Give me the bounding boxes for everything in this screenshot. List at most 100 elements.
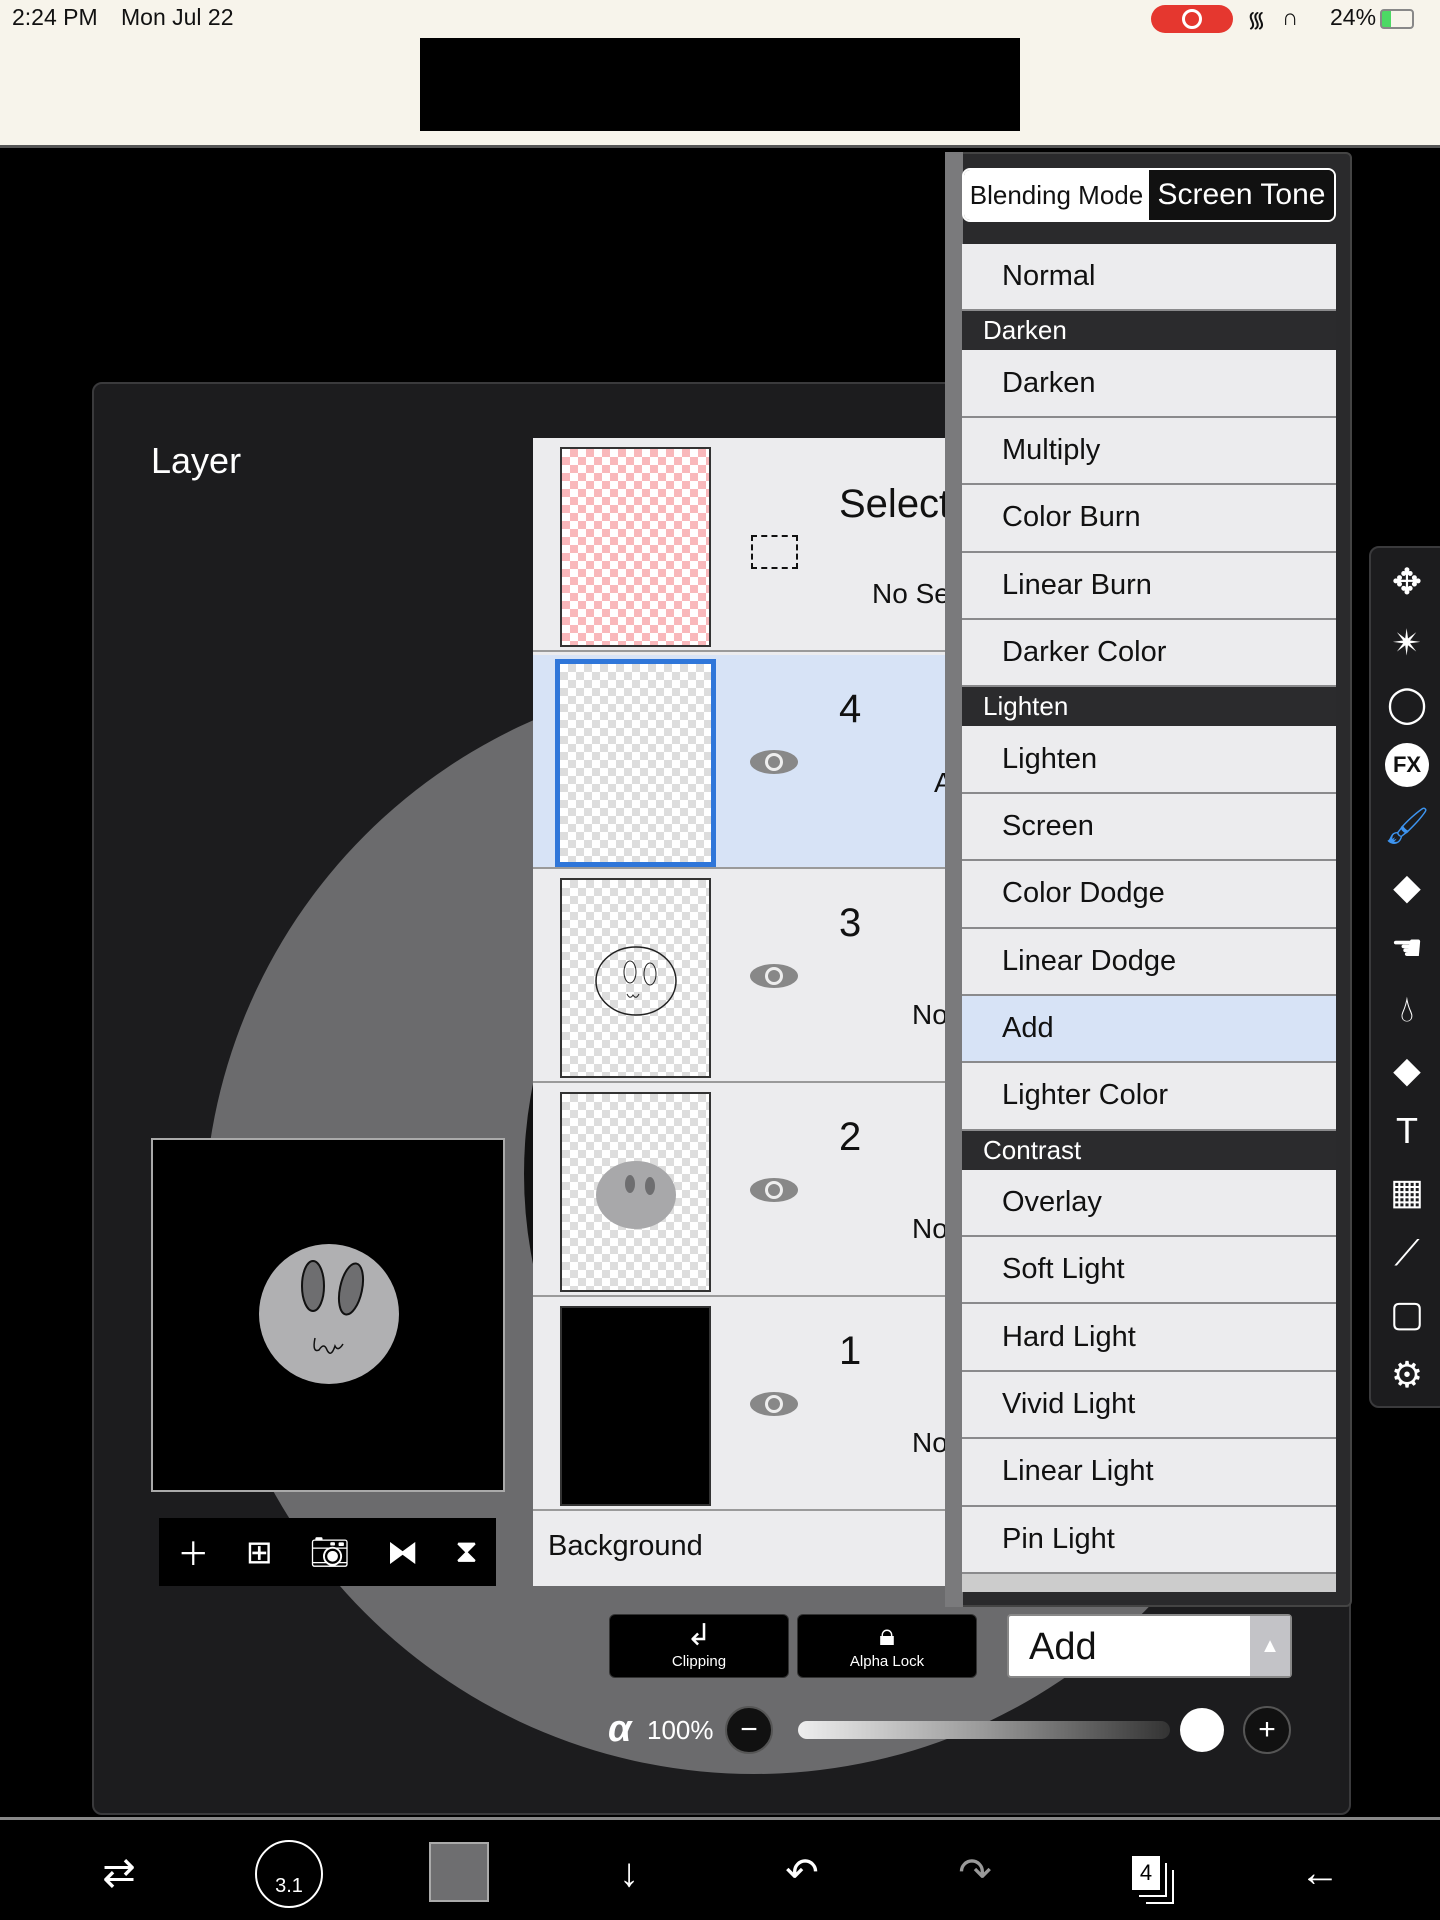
arrow-down-icon[interactable]: ↓ (599, 1848, 659, 1898)
blend-mode-option[interactable]: Hard Light (962, 1304, 1336, 1372)
magic-wand-icon[interactable]: ✴ (1385, 621, 1429, 665)
eraser-icon[interactable]: ◆ (1385, 865, 1429, 909)
layer-name: 2 (839, 1115, 862, 1159)
blend-mode-option[interactable]: Color Burn (962, 485, 1336, 553)
blend-mode-select[interactable]: Add ▲ (1007, 1614, 1292, 1678)
battery-icon (1380, 9, 1414, 29)
smudge-icon[interactable]: ☚ (1385, 926, 1429, 970)
blend-mode-option[interactable]: Linear Dodge (962, 928, 1336, 996)
duplicate-layer-icon[interactable]: ⊞ (246, 1533, 273, 1571)
layer-thumbnail (560, 878, 711, 1078)
color-swatch[interactable] (429, 1842, 489, 1902)
flip-horizontal-icon[interactable]: ⧓ (387, 1533, 419, 1571)
popover-edge (945, 152, 963, 1607)
alpha-lock-button[interactable]: 🔒︎ Alpha Lock (797, 1614, 977, 1678)
swap-tool-icon[interactable]: ⇄ (89, 1848, 149, 1898)
brush-icon[interactable]: 🖌︎ (1384, 804, 1430, 848)
opacity-decrease-button[interactable]: − (725, 1706, 773, 1754)
screen-record-icon[interactable] (1151, 5, 1233, 33)
redacted-area (420, 38, 1020, 131)
bottom-toolbar: ⇄ 3.1 ↓ ↶ ↷ 4 ← (0, 1817, 1440, 1920)
layer-thumbnail (555, 659, 716, 867)
visibility-eye-icon[interactable] (749, 1175, 799, 1205)
redo-icon[interactable]: ↷ (945, 1848, 1005, 1898)
layer-mode: No Sel (872, 578, 957, 609)
lasso-icon[interactable]: ◯ (1385, 682, 1429, 726)
blend-group-header: Lighten (962, 687, 1336, 727)
selection-layer-row[interactable]: Select No Sel (533, 438, 961, 652)
selection-icon (751, 535, 798, 569)
blend-mode-option[interactable]: Screen (962, 793, 1336, 862)
blend-mode-option[interactable]: Add (962, 995, 1336, 1064)
visibility-eye-icon[interactable] (749, 1389, 799, 1419)
alpha-lock-icon: 🔒︎ (879, 1619, 895, 1652)
blend-mode-option[interactable]: Multiply (962, 417, 1336, 486)
blend-mode-option[interactable]: Overlay (962, 1169, 1336, 1238)
blend-mode-option[interactable]: Color Dodge (962, 861, 1336, 929)
eyedropper-icon[interactable]: ⟋ (1385, 1231, 1429, 1275)
thumbnail-drawing (595, 946, 677, 1016)
chevron-up-icon: ▲ (1250, 1616, 1290, 1676)
blend-mode-option[interactable]: Soft Light (962, 1237, 1336, 1305)
opacity-increase-button[interactable]: + (1243, 1706, 1291, 1754)
fill-icon[interactable]: ◆ (1385, 1048, 1429, 1092)
layer-thumbnail (560, 447, 711, 647)
blend-mode-option[interactable]: Pin Light (962, 1506, 1336, 1575)
opacity-slider-handle[interactable] (1180, 1708, 1224, 1752)
blend-mode-option[interactable]: Vivid Light (962, 1371, 1336, 1440)
brush-size-value: 3.1 (275, 1875, 303, 1897)
layers-button[interactable]: 4 (1116, 1848, 1176, 1898)
back-arrow-icon[interactable]: ← (1290, 1848, 1350, 1898)
layer-row[interactable]: 2 Nor (533, 1083, 961, 1297)
fx-icon[interactable]: FX (1385, 743, 1429, 787)
blend-popover-tabs: Blending Mode Screen Tone (962, 168, 1336, 222)
tab-blending-mode[interactable]: Blending Mode (964, 170, 1149, 220)
blend-mode-option[interactable]: Darken (962, 350, 1336, 418)
canvas-icon[interactable]: ▢ (1385, 1292, 1429, 1336)
clipping-label: Clipping (671, 1653, 727, 1670)
blend-mode-option[interactable]: Lighten (962, 726, 1336, 794)
add-layer-icon[interactable]: ＋ (177, 1529, 209, 1575)
alpha-lock-label: Alpha Lock (849, 1653, 925, 1670)
layer-thumbnail (560, 1306, 711, 1506)
layer-row[interactable]: 4 Ad (533, 655, 961, 869)
move-icon[interactable]: ✥ (1385, 560, 1429, 604)
blend-mode-list[interactable]: Normal Darken Darken Multiply Color Burn Line… (962, 244, 1336, 1592)
visibility-eye-icon[interactable] (749, 747, 799, 777)
layer-name: Select (839, 482, 951, 526)
frame-divider-icon[interactable]: ▦ (1385, 1170, 1429, 1214)
opacity-slider[interactable] (798, 1721, 1170, 1739)
brush-size-button[interactable]: 3.1 (255, 1840, 323, 1908)
blend-mode-option[interactable]: Darker Color (962, 619, 1336, 688)
headphones-icon: ∩ (1282, 4, 1299, 30)
battery-percent: 24% (1330, 4, 1377, 30)
blend-mode-option[interactable]: Linear Light (962, 1439, 1336, 1507)
blend-group-header: Contrast (962, 1130, 1336, 1170)
camera-icon[interactable]: 📷︎ (309, 1533, 350, 1571)
background-layer-label[interactable]: Background (548, 1530, 703, 1563)
text-icon[interactable]: T (1385, 1109, 1429, 1153)
layer-action-bar: ＋ ⊞ 📷︎ ⧓ ⧗ (159, 1518, 496, 1586)
clipping-icon: ↲ (686, 1619, 712, 1652)
blend-mode-option[interactable]: Linear Burn (962, 552, 1336, 620)
undo-icon[interactable]: ↶ (772, 1848, 832, 1898)
settings-icon[interactable]: ⚙ (1385, 1353, 1429, 1397)
canvas-preview (151, 1138, 505, 1492)
blend-mode-option[interactable]: Normal (962, 244, 1336, 312)
alpha-icon: α (608, 1708, 632, 1750)
visibility-eye-icon[interactable] (749, 961, 799, 991)
tool-bar: ✥ ✴ ◯ FX 🖌︎ ◆ ☚ 💧︎ ◆ T ▦ ⟋ ▢ ⚙ (1369, 546, 1440, 1408)
clipping-button[interactable]: ↲ Clipping (609, 1614, 789, 1678)
flip-vertical-icon[interactable]: ⧗ (455, 1533, 477, 1571)
wifi-icon: ᯾ (1247, 7, 1266, 32)
layer-list: Select No Sel 4 Ad 3 Nor 2 Nor 1 Nor Bac… (533, 438, 961, 1586)
status-time: 2:24 PM (12, 4, 98, 30)
blur-icon[interactable]: 💧︎ (1385, 987, 1429, 1031)
layer-row[interactable]: 3 Nor (533, 869, 961, 1083)
layer-row[interactable]: 1 Nor (533, 1297, 961, 1511)
tab-screen-tone[interactable]: Screen Tone (1149, 170, 1334, 220)
opacity-value: 100% (647, 1715, 714, 1745)
thumbnail-drawing (596, 1161, 676, 1229)
blend-mode-option[interactable]: Lighter Color (962, 1063, 1336, 1131)
preview-drawing (259, 1244, 399, 1384)
